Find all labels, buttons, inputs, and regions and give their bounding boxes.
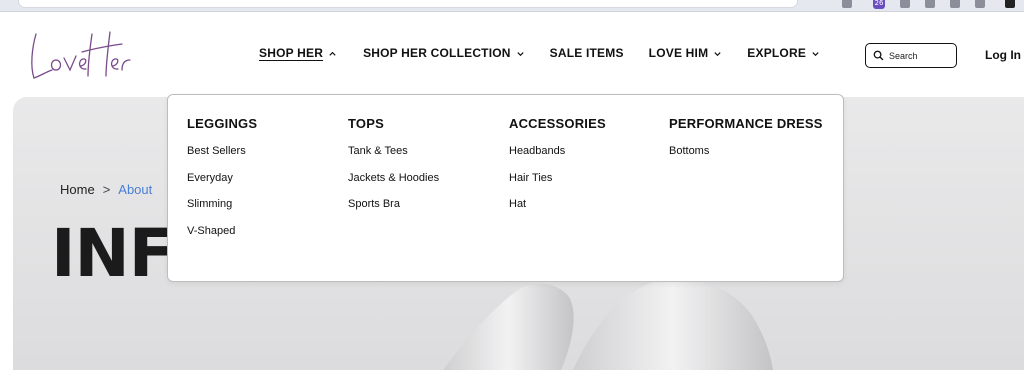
menu-link-headbands[interactable]: Headbands — [509, 145, 606, 158]
nav-shop-her-collection[interactable]: SHOP HER COLLECTION — [363, 46, 525, 60]
profile-icon[interactable] — [1005, 0, 1015, 8]
shop-her-mega-menu: LEGGINGS Best Sellers Everyday Slimming … — [167, 94, 844, 282]
chevron-down-icon — [714, 51, 721, 56]
menu-link-v-shaped[interactable]: V-Shaped — [187, 225, 257, 238]
nav-sale-items-label: SALE ITEMS — [549, 46, 624, 60]
download-icon[interactable] — [975, 0, 985, 8]
chevron-down-icon — [812, 51, 819, 56]
extension-icon[interactable] — [900, 0, 910, 8]
login-link[interactable]: Log In — [985, 48, 1021, 62]
menu-column-tops: TOPS Tank & Tees Jackets & Hoodies Sport… — [348, 116, 439, 225]
menu-icon[interactable] — [950, 0, 960, 8]
nav-love-him-label: LOVE HIM — [648, 46, 709, 60]
search-placeholder: Search — [889, 50, 918, 61]
menu-column-leggings: LEGGINGS Best Sellers Everyday Slimming … — [187, 116, 257, 251]
menu-heading-accessories[interactable]: ACCESSORIES — [509, 116, 606, 131]
loveher-logo[interactable] — [26, 26, 136, 86]
menu-column-performance-dress: PERFORMANCE DRESS Bottoms — [669, 116, 823, 172]
address-bar[interactable] — [18, 0, 798, 8]
chevron-down-icon — [517, 51, 524, 56]
nav-shop-her[interactable]: SHOP HER — [259, 46, 337, 60]
pin-icon[interactable] — [925, 0, 935, 8]
extension-badge-icon[interactable]: 26 — [873, 0, 885, 9]
menu-column-accessories: ACCESSORIES Headbands Hair Ties Hat — [509, 116, 606, 225]
nav-sale-items[interactable]: SALE ITEMS — [550, 46, 624, 60]
search-box[interactable]: Search — [865, 43, 957, 68]
menu-heading-performance-dress[interactable]: PERFORMANCE DRESS — [669, 116, 823, 131]
search-icon — [873, 50, 884, 61]
menu-link-hat[interactable]: Hat — [509, 198, 606, 211]
menu-link-sports-bra[interactable]: Sports Bra — [348, 198, 439, 211]
menu-link-slimming[interactable]: Slimming — [187, 198, 257, 211]
extension-icon[interactable] — [842, 0, 852, 8]
site-header: SHOP HER SHOP HER COLLECTION SALE ITEMS … — [0, 12, 1024, 98]
nav-explore[interactable]: EXPLORE — [747, 46, 820, 60]
breadcrumb-separator: > — [102, 182, 111, 197]
main-nav: SHOP HER SHOP HER COLLECTION SALE ITEMS … — [259, 46, 820, 60]
nav-love-him[interactable]: LOVE HIM — [649, 46, 723, 60]
menu-link-best-sellers[interactable]: Best Sellers — [187, 145, 257, 158]
breadcrumb-current[interactable]: About — [118, 182, 152, 197]
menu-link-hair-ties[interactable]: Hair Ties — [509, 172, 606, 185]
menu-link-everyday[interactable]: Everyday — [187, 172, 257, 185]
breadcrumb-home[interactable]: Home — [60, 182, 95, 197]
nav-shop-her-collection-label: SHOP HER COLLECTION — [363, 46, 511, 60]
menu-link-jackets-hoodies[interactable]: Jackets & Hoodies — [348, 172, 439, 185]
chevron-up-icon — [329, 51, 336, 56]
menu-link-bottoms[interactable]: Bottoms — [669, 145, 823, 158]
nav-explore-label: EXPLORE — [747, 46, 807, 60]
nav-shop-her-label: SHOP HER — [259, 46, 324, 60]
breadcrumb: Home > About — [60, 182, 152, 197]
browser-toolbar: 26 — [0, 0, 1024, 12]
menu-heading-leggings[interactable]: LEGGINGS — [187, 116, 257, 131]
menu-heading-tops[interactable]: TOPS — [348, 116, 439, 131]
menu-link-tank-tees[interactable]: Tank & Tees — [348, 145, 439, 158]
